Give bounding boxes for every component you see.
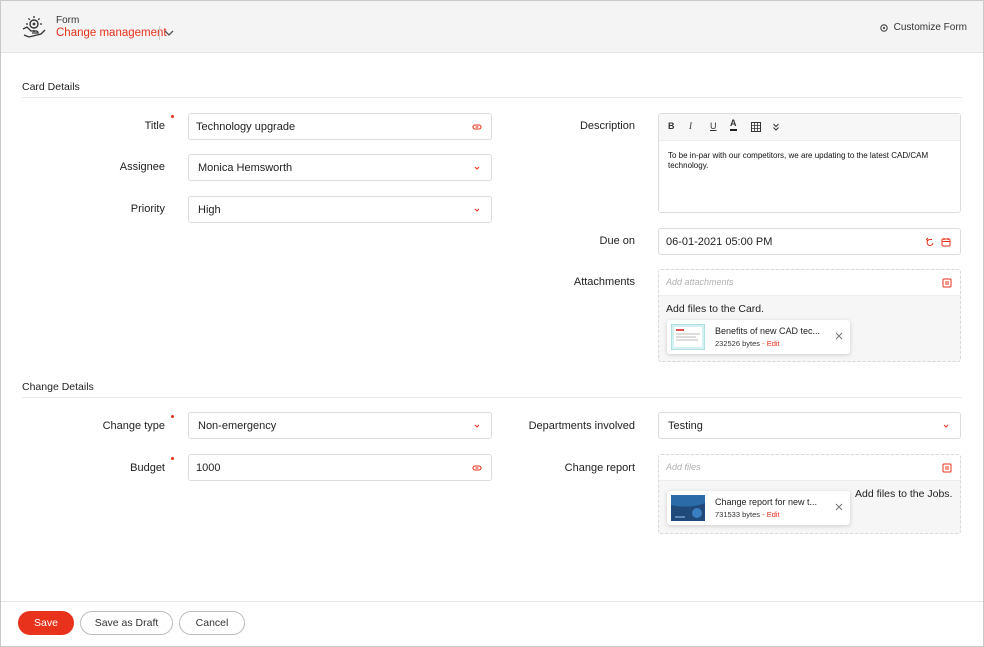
upload-icon[interactable] — [942, 278, 952, 288]
link-icon — [472, 465, 482, 471]
chevron-down-icon[interactable] — [163, 26, 175, 40]
rich-text-toolbar: B I U A — [659, 114, 960, 141]
change-type-label: Change type — [102, 420, 165, 432]
title-field[interactable]: Technology upgrade — [188, 113, 492, 140]
required-marker — [171, 415, 174, 418]
change-report-file-name: Change report for new t... — [715, 497, 818, 507]
due-on-field[interactable]: 06-01-2021 05:00 PM — [658, 228, 961, 255]
departments-select[interactable]: Testing — [658, 412, 961, 439]
attachments-dropzone[interactable]: Add attachments Add files to the Card. B… — [658, 269, 961, 362]
form-header: Form Change management Customize Form — [1, 1, 983, 53]
close-icon[interactable] — [834, 331, 844, 341]
attachments-placeholder: Add attachments — [666, 277, 734, 287]
change-report-hint: Add files to the Jobs. — [855, 488, 953, 500]
save-as-draft-button[interactable]: Save as Draft — [80, 611, 173, 635]
attachments-hint: Add files to the Card. — [666, 303, 765, 315]
description-text: To be in-par with our competitors, we ar… — [668, 151, 929, 170]
document-thumbnail — [671, 495, 705, 521]
priority-select[interactable]: High — [188, 196, 492, 223]
change-type-value: Non-emergency — [198, 420, 277, 432]
due-on-label: Due on — [599, 235, 635, 247]
attachments-label: Attachments — [573, 276, 635, 288]
customize-form-label: Customize Form — [893, 22, 967, 33]
form-workflow-icon — [22, 16, 46, 38]
change-type-select[interactable]: Non-emergency — [188, 412, 492, 439]
attachment-file-size: 232526 bytes — [715, 339, 761, 348]
assignee-value: Monica Hemsworth — [198, 162, 293, 174]
upload-icon[interactable] — [942, 463, 952, 473]
chevron-down-icon — [474, 208, 480, 212]
description-label: Description — [579, 120, 635, 132]
more-options-icon[interactable] — [772, 123, 780, 131]
priority-label: Priority — [130, 203, 165, 215]
section-divider — [22, 397, 962, 398]
document-thumbnail — [671, 324, 705, 350]
change-report-dropzone[interactable]: Add files Change report for new t... 731… — [658, 454, 961, 534]
chevron-down-icon — [474, 424, 480, 428]
change-report-file-size-line: 731533 bytes - Edit — [715, 510, 780, 519]
reset-icon[interactable] — [925, 237, 935, 247]
budget-field[interactable]: 1000 — [188, 454, 492, 481]
assignee-select[interactable]: Monica Hemsworth — [188, 154, 492, 181]
title-value: Technology upgrade — [196, 121, 296, 133]
assignee-label: Assignee — [119, 161, 165, 173]
priority-value: High — [198, 204, 221, 216]
change-report-file-card[interactable]: Change report for new t... 731533 bytes … — [667, 491, 850, 525]
required-marker — [171, 457, 174, 460]
title-label: Title — [144, 120, 165, 132]
form-name[interactable]: Change management — [56, 27, 167, 39]
attachment-file-name: Benefits of new CAD tec... — [715, 326, 821, 336]
required-marker — [171, 115, 174, 118]
link-icon — [472, 124, 482, 130]
cancel-button[interactable]: Cancel — [179, 611, 245, 635]
form-type-label: Form — [56, 15, 80, 26]
description-editor[interactable]: B I U A To be in-par with our competitor… — [658, 113, 961, 213]
section-title-change-details: Change Details — [22, 381, 94, 393]
italic-button[interactable]: I — [689, 121, 692, 131]
table-icon[interactable] — [751, 122, 761, 132]
save-button[interactable]: Save — [18, 611, 74, 635]
bold-button[interactable]: B — [668, 121, 675, 131]
calendar-icon[interactable] — [941, 237, 951, 247]
underline-button[interactable]: U — [710, 121, 717, 131]
change-report-file-size: 731533 bytes — [715, 510, 761, 519]
attachment-file-card[interactable]: Benefits of new CAD tec... 232526 bytes … — [667, 320, 850, 354]
customize-form-button[interactable]: Customize Form — [879, 22, 967, 33]
edit-link[interactable]: - Edit — [762, 339, 780, 348]
attachment-file-size-line: 232526 bytes - Edit — [715, 339, 780, 348]
section-divider — [22, 97, 962, 98]
gear-icon — [879, 23, 888, 32]
change-report-label: Change report — [564, 462, 635, 474]
chevron-down-icon — [943, 424, 949, 428]
font-color-button[interactable]: A — [730, 118, 737, 131]
edit-link[interactable]: - Edit — [762, 510, 780, 519]
due-on-value: 06-01-2021 05:00 PM — [666, 236, 773, 248]
chevron-down-icon — [474, 166, 480, 170]
departments-value: Testing — [668, 420, 703, 432]
section-title-card-details: Card Details — [22, 81, 80, 93]
form-footer: Save Save as Draft Cancel — [1, 601, 983, 646]
form-window: Form Change management Customize Form Ca… — [0, 0, 984, 647]
close-icon[interactable] — [834, 502, 844, 512]
budget-label: Budget — [130, 462, 165, 474]
budget-value: 1000 — [196, 462, 221, 474]
change-report-placeholder: Add files — [666, 462, 701, 472]
change-report-input-bar — [659, 455, 960, 481]
header-divider — [159, 26, 160, 40]
departments-label: Departments involved — [528, 420, 635, 432]
